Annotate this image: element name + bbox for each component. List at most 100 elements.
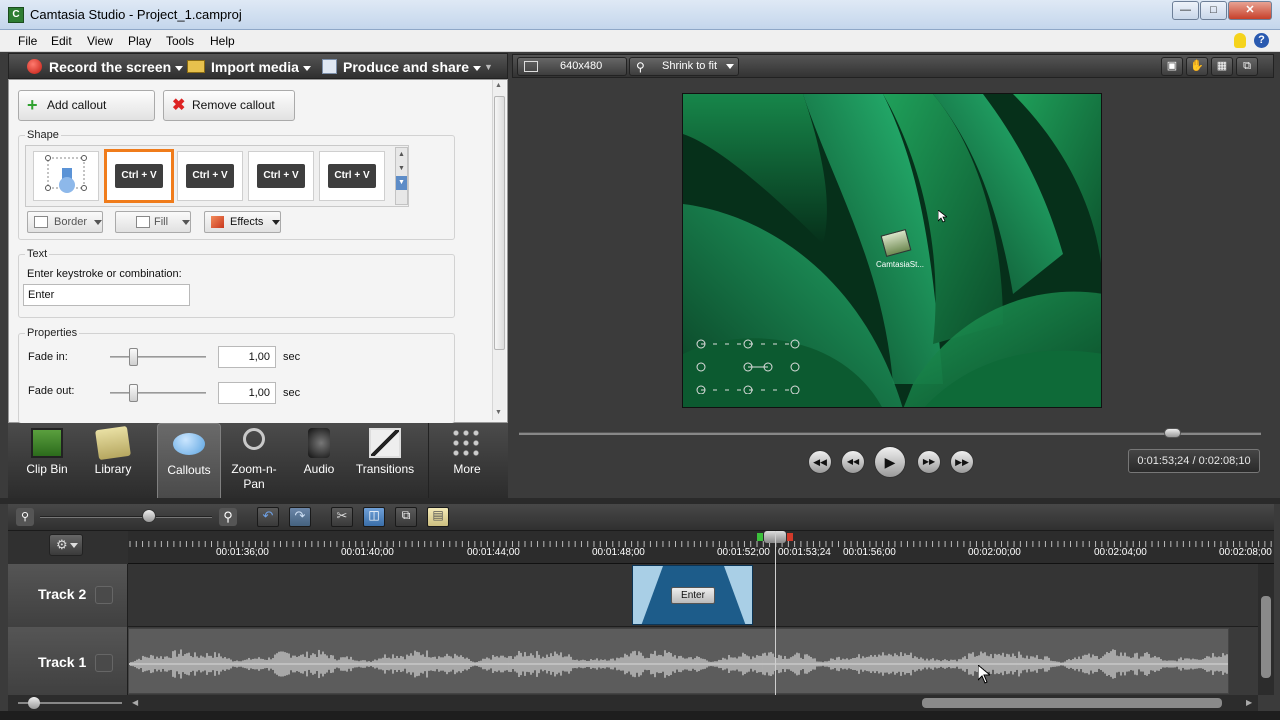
- rewind-button[interactable]: ◀◀: [841, 450, 865, 474]
- produce-share-button[interactable]: Produce and share: [343, 59, 482, 75]
- callout-selection-handles[interactable]: [693, 338, 803, 394]
- shape-thumb-keystroke-selected[interactable]: Ctrl + V: [104, 149, 174, 203]
- shape-gallery-scroll[interactable]: ▲ ▼ ▼: [395, 147, 408, 205]
- cut-button[interactable]: ✂: [331, 507, 353, 527]
- effects-dropdown[interactable]: Effects: [204, 211, 281, 233]
- zoom-in-icon[interactable]: ⚲: [219, 508, 237, 526]
- tab-more[interactable]: More: [432, 423, 502, 498]
- tab-library[interactable]: Library: [80, 423, 146, 498]
- tab-audio[interactable]: Audio: [287, 423, 351, 498]
- maximize-button[interactable]: □: [1200, 1, 1227, 20]
- search-icon: ⚲: [636, 60, 645, 74]
- fullscreen-button[interactable]: ▦: [1211, 57, 1233, 76]
- redo-button[interactable]: ↷: [289, 507, 311, 527]
- import-media-button[interactable]: Import media: [211, 59, 311, 75]
- scroll-left-icon[interactable]: ◀: [132, 698, 138, 707]
- fade-in-slider[interactable]: [110, 356, 206, 358]
- remove-callout-button[interactable]: ✖ Remove callout: [163, 90, 295, 121]
- go-to-start-button[interactable]: ◀◀: [808, 450, 832, 474]
- scroll-right-icon[interactable]: ▶: [1246, 698, 1252, 707]
- kbd-v: V: [291, 170, 299, 181]
- shape-thumb-keystroke-4[interactable]: Ctrl + V: [319, 151, 385, 201]
- help-icon[interactable]: ?: [1254, 33, 1269, 48]
- menu-tools[interactable]: Tools: [166, 34, 194, 48]
- keystroke-input[interactable]: Enter: [23, 284, 190, 306]
- paste-button[interactable]: ▤: [427, 507, 449, 527]
- panel-scrollbar[interactable]: ▲ ▼: [492, 80, 506, 420]
- scroll-thumb[interactable]: [494, 96, 505, 350]
- tab-transitions[interactable]: Transitions: [352, 423, 418, 498]
- scroll-down-icon[interactable]: ▼: [495, 409, 502, 416]
- playhead-line[interactable]: [775, 531, 776, 695]
- fill-dropdown[interactable]: Fill: [115, 211, 191, 233]
- horizontal-scroll-thumb[interactable]: [922, 698, 1222, 708]
- toolbar-overflow-icon[interactable]: ▼: [484, 62, 493, 72]
- dimensions-button[interactable]: 640x480: [517, 57, 627, 76]
- zoom-dropdown[interactable]: ⚲ Shrink to fit: [629, 57, 739, 76]
- menu-help[interactable]: Help: [210, 34, 235, 48]
- scroll-up-icon[interactable]: ▲: [495, 82, 502, 89]
- audio-clip[interactable]: [128, 628, 1229, 694]
- preview-seek-bar[interactable]: [519, 432, 1261, 435]
- vertical-scroll-thumb[interactable]: [1261, 596, 1271, 678]
- selection-end-marker[interactable]: [787, 533, 793, 541]
- fade-out-slider[interactable]: [110, 392, 206, 394]
- zoom-out-icon[interactable]: ⚲: [16, 508, 34, 526]
- menu-edit[interactable]: Edit: [51, 34, 72, 48]
- split-button[interactable]: ◫: [363, 507, 385, 527]
- timeline-zoom-knob[interactable]: [142, 509, 156, 523]
- record-icon: [27, 59, 42, 74]
- record-screen-button[interactable]: Record the screen: [49, 59, 184, 75]
- callout-clip[interactable]: Enter: [632, 565, 753, 625]
- track-1-header[interactable]: Track 1: [8, 627, 128, 695]
- scroll-up-icon: ▲: [398, 151, 405, 158]
- crop-button[interactable]: ▣: [1161, 57, 1183, 76]
- undo-button[interactable]: ↶: [257, 507, 279, 527]
- menu-play[interactable]: Play: [128, 34, 151, 48]
- track-1-name: Track 1: [38, 654, 87, 670]
- detach-preview-button[interactable]: ⧉: [1236, 57, 1258, 76]
- mini-zoom-knob[interactable]: [28, 697, 40, 709]
- timeline-settings-button[interactable]: ⚙: [49, 534, 83, 556]
- copy-button[interactable]: ⧉: [395, 507, 417, 527]
- timeline-vertical-scrollbar[interactable]: [1258, 564, 1274, 695]
- seek-bar-knob[interactable]: [1163, 428, 1181, 438]
- pan-button[interactable]: ✋: [1186, 57, 1208, 76]
- shape-thumb-keystroke-2[interactable]: Ctrl + V: [177, 151, 243, 201]
- close-button[interactable]: ✕: [1228, 1, 1272, 20]
- go-to-end-button[interactable]: ▶▶: [950, 450, 974, 474]
- play-button[interactable]: ▶: [874, 446, 906, 478]
- zoom-label: Shrink to fit: [662, 60, 718, 72]
- video-canvas[interactable]: CamtasiaSt...: [682, 93, 1102, 408]
- gallery-expand-icon: ▼: [396, 176, 407, 190]
- add-callout-button[interactable]: + Add callout: [18, 90, 155, 121]
- tab-clip-bin-label: Clip Bin: [26, 462, 68, 476]
- menu-view[interactable]: View: [87, 34, 113, 48]
- shape-thumb-keystroke-outline[interactable]: [33, 151, 99, 201]
- minimize-button[interactable]: —: [1172, 1, 1199, 20]
- track-2-header[interactable]: Track 2: [8, 564, 128, 627]
- lightbulb-icon[interactable]: [1234, 33, 1246, 48]
- camtasia-app-icon: C: [8, 7, 24, 23]
- fade-in-slider-knob[interactable]: [129, 348, 139, 366]
- shape-thumb-keystroke-3[interactable]: Ctrl + V: [248, 151, 314, 201]
- fade-in-value[interactable]: 1,00: [218, 346, 276, 368]
- speaker-icon: [308, 428, 330, 458]
- menu-file[interactable]: File: [18, 34, 37, 48]
- fade-out-slider-knob[interactable]: [129, 384, 139, 402]
- tab-zoom-n-pan[interactable]: Zoom-n-Pan: [222, 423, 286, 498]
- fast-forward-button[interactable]: ▶▶: [917, 450, 941, 474]
- tab-callouts[interactable]: Callouts: [157, 423, 221, 498]
- selection-start-marker[interactable]: [757, 533, 763, 541]
- tab-clip-bin[interactable]: Clip Bin: [16, 423, 78, 498]
- lock-icon[interactable]: [95, 654, 113, 672]
- record-screen-label: Record the screen: [49, 59, 172, 75]
- border-dropdown[interactable]: Border: [27, 211, 103, 233]
- fade-out-value[interactable]: 1,00: [218, 382, 276, 404]
- ruler-ticks: [129, 541, 1272, 547]
- lock-icon[interactable]: [95, 586, 113, 604]
- timeline-ruler[interactable]: 00:01:36;00 00:01:40;00 00:01:44;00 00:0…: [128, 531, 1274, 564]
- timeline-horizontal-scrollbar[interactable]: ◀ ▶: [128, 695, 1258, 711]
- timeline-zoom-slider[interactable]: [40, 516, 212, 518]
- properties-label: Properties: [25, 327, 80, 339]
